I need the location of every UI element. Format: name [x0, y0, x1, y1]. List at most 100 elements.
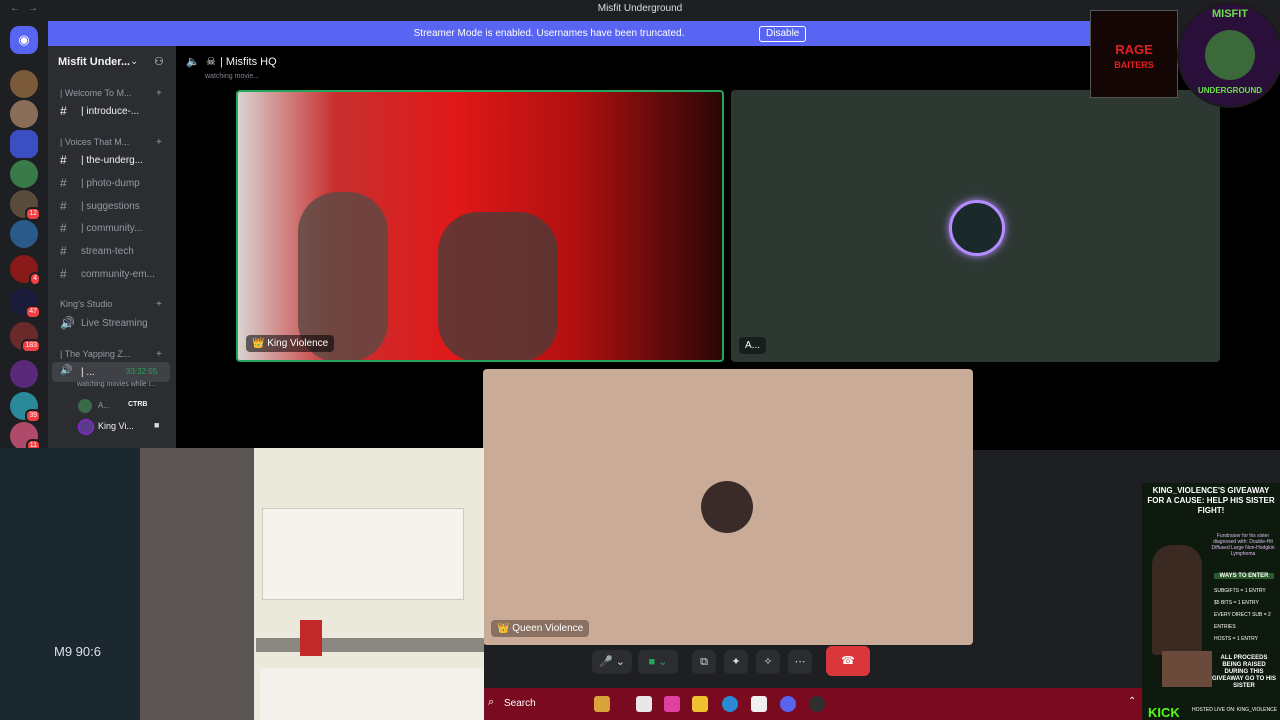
voice-member-name[interactable]: A... [98, 401, 110, 410]
poster-subtitle: Fundraiser for his sister diagnosed with… [1211, 533, 1275, 557]
soundboard-icon[interactable]: ✧ [756, 650, 780, 674]
poster-entries: SUBGIFTS = 1 ENTRY $5 BITS = 1 ENTRY EVE… [1214, 588, 1271, 642]
category-voices[interactable]: | Voices That M... + [60, 137, 162, 148]
channel-the-underground[interactable]: # | the-underg... [52, 150, 170, 170]
active-voice-channel[interactable]: 🔊 | ... 33:32:55 [52, 362, 170, 382]
microphone-button[interactable]: 🎤 ⌄ [592, 650, 632, 674]
server-icon[interactable] [10, 160, 38, 188]
arm-shape [438, 212, 558, 360]
hash-icon: # [60, 104, 67, 118]
channel-introduce[interactable]: # | introduce-... [52, 101, 170, 121]
channel-sidebar: Misfit Under... ⌄ ⚇ | Welcome To M... + #… [48, 46, 176, 450]
folder-icon[interactable] [10, 130, 38, 158]
edge-icon[interactable] [722, 696, 738, 712]
channel-community[interactable]: # | community... [52, 218, 170, 238]
search-icon[interactable]: ⌕ [488, 696, 494, 709]
window-title: Misfit Underground [597, 3, 683, 14]
channel-photo-dump[interactable]: # | photo-dump [52, 173, 170, 193]
channel-live-streaming[interactable]: 🔊 Live Streaming [52, 313, 170, 333]
chevron-up-icon[interactable]: ⌃ [1128, 696, 1136, 707]
disable-button[interactable]: Disable [759, 26, 807, 42]
server-icon[interactable]: 4 [10, 255, 41, 286]
channel-status: watching movie... [205, 73, 260, 80]
add-member-icon[interactable]: ⚇ [154, 55, 164, 68]
category-kings-studio[interactable]: King's Studio + [60, 299, 162, 310]
obs-icon[interactable] [809, 696, 825, 712]
streamer-webcam: M9 90:6 [0, 448, 484, 720]
category-welcome[interactable]: | Welcome To M... + [60, 88, 162, 99]
copilot-icon[interactable] [664, 696, 680, 712]
server-icon[interactable]: 47 [10, 288, 41, 319]
kick-logo: KICK [1148, 705, 1180, 720]
misfit-underground-logo: MISFIT UNDERGROUND [1177, 2, 1280, 108]
poster-proceeds: ALL PROCEEDS BEING RAISED DURING THIS GI… [1212, 655, 1276, 689]
avatar[interactable] [78, 419, 94, 435]
server-name[interactable]: Misfit Under... [58, 56, 130, 68]
photo-image [1162, 651, 1212, 687]
hash-icon: # [60, 221, 67, 235]
voice-member-name[interactable]: King Vi... [98, 421, 134, 431]
server-icon[interactable] [10, 360, 38, 388]
server-icon[interactable]: 11 [10, 422, 41, 453]
server-icon[interactable]: 39 [10, 392, 41, 423]
rage-baiters-logo: RAGE BAITERS [1090, 10, 1178, 98]
speaker-icon: 🔊 [60, 316, 75, 330]
store-icon[interactable] [751, 696, 767, 712]
discord-home-icon[interactable]: ◉ [10, 26, 38, 54]
call-controls: 🎤 ⌄ ■ ⌄ ⧉ ✦ ✧ ⋯ ☎ [588, 646, 872, 678]
poster-title: KING_VIOLENCE'S GIVEAWAY FOR A CAUSE: HE… [1147, 486, 1275, 515]
file-explorer-icon[interactable] [692, 696, 708, 712]
task-view-icon[interactable] [636, 696, 652, 712]
hash-icon: # [60, 176, 67, 190]
tile-nametag: A... [739, 337, 767, 354]
title-bar: ← → Misfit Underground [0, 0, 1280, 20]
avatar[interactable] [78, 399, 92, 413]
server-icon[interactable] [10, 100, 38, 128]
poster-footer-sub: HOSTED LIVE ON: KING_VIOLENCE [1192, 707, 1278, 713]
chevron-down-icon[interactable]: ⌄ [130, 56, 138, 67]
server-icon[interactable]: 183 [10, 322, 41, 353]
giveaway-poster: KING_VIOLENCE'S GIVEAWAY FOR A CAUSE: HE… [1142, 483, 1280, 720]
taskbar-search[interactable]: Search [504, 698, 536, 709]
misfit-logo-subtext: UNDERGROUND [1198, 86, 1262, 95]
coffee-maker [300, 620, 322, 656]
person-image [1152, 545, 1202, 655]
channel-title: | Misfits HQ [220, 56, 277, 68]
camera-button[interactable]: ■ ⌄ [638, 650, 678, 674]
activities-icon[interactable]: ✦ [724, 650, 748, 674]
tile-nametag: 👑 King Violence [246, 335, 335, 352]
channel-community-em[interactable]: # community-em... [52, 264, 170, 284]
video-tile-queen-violence[interactable]: 👑 Queen Violence [483, 369, 973, 645]
skull-icon: ☠ [206, 56, 216, 68]
voice-status: watching movies while i... [77, 381, 156, 388]
rage-logo-text: RAGE BAITERS [1114, 42, 1154, 71]
server-icon[interactable]: 12 [10, 190, 41, 221]
avatar [949, 200, 1005, 256]
poster-ways: WAYS TO ENTER [1214, 573, 1274, 579]
wall [140, 448, 254, 720]
widget-icon[interactable] [594, 696, 610, 712]
server-icon[interactable] [10, 220, 38, 248]
tile-nametag: 👑 Queen Violence [491, 620, 590, 637]
avatar [701, 481, 753, 533]
video-tile-member[interactable]: A... [731, 90, 1220, 362]
mascot-icon [1205, 30, 1255, 80]
misfit-logo-text: MISFIT [1211, 8, 1249, 20]
more-options-icon[interactable]: ⋯ [788, 650, 812, 674]
lower-cabinets [260, 668, 484, 720]
streamer-mode-text: Streamer Mode is enabled. Usernames have… [413, 28, 685, 39]
tv-screen [0, 448, 140, 720]
speaker-icon: 🔊 [60, 365, 73, 376]
channel-stream-tech[interactable]: # stream-tech [52, 241, 170, 261]
streamer-mode-banner: Streamer Mode is enabled. Usernames have… [48, 21, 1090, 46]
disconnect-button[interactable]: ☎ [826, 646, 870, 676]
channel-suggestions[interactable]: # | suggestions [52, 196, 170, 216]
server-icon[interactable] [10, 70, 38, 98]
category-yapping[interactable]: | The Yapping Z... + [60, 349, 162, 360]
camera-icon: ■ [154, 420, 160, 430]
screen-share-icon[interactable]: ⧉ [692, 650, 716, 674]
member-tag: CTRB [128, 401, 148, 408]
video-tile-king-violence[interactable]: 👑 King Violence [236, 90, 724, 362]
discord-icon[interactable] [780, 696, 796, 712]
speaker-icon: 🔈 [186, 56, 200, 68]
